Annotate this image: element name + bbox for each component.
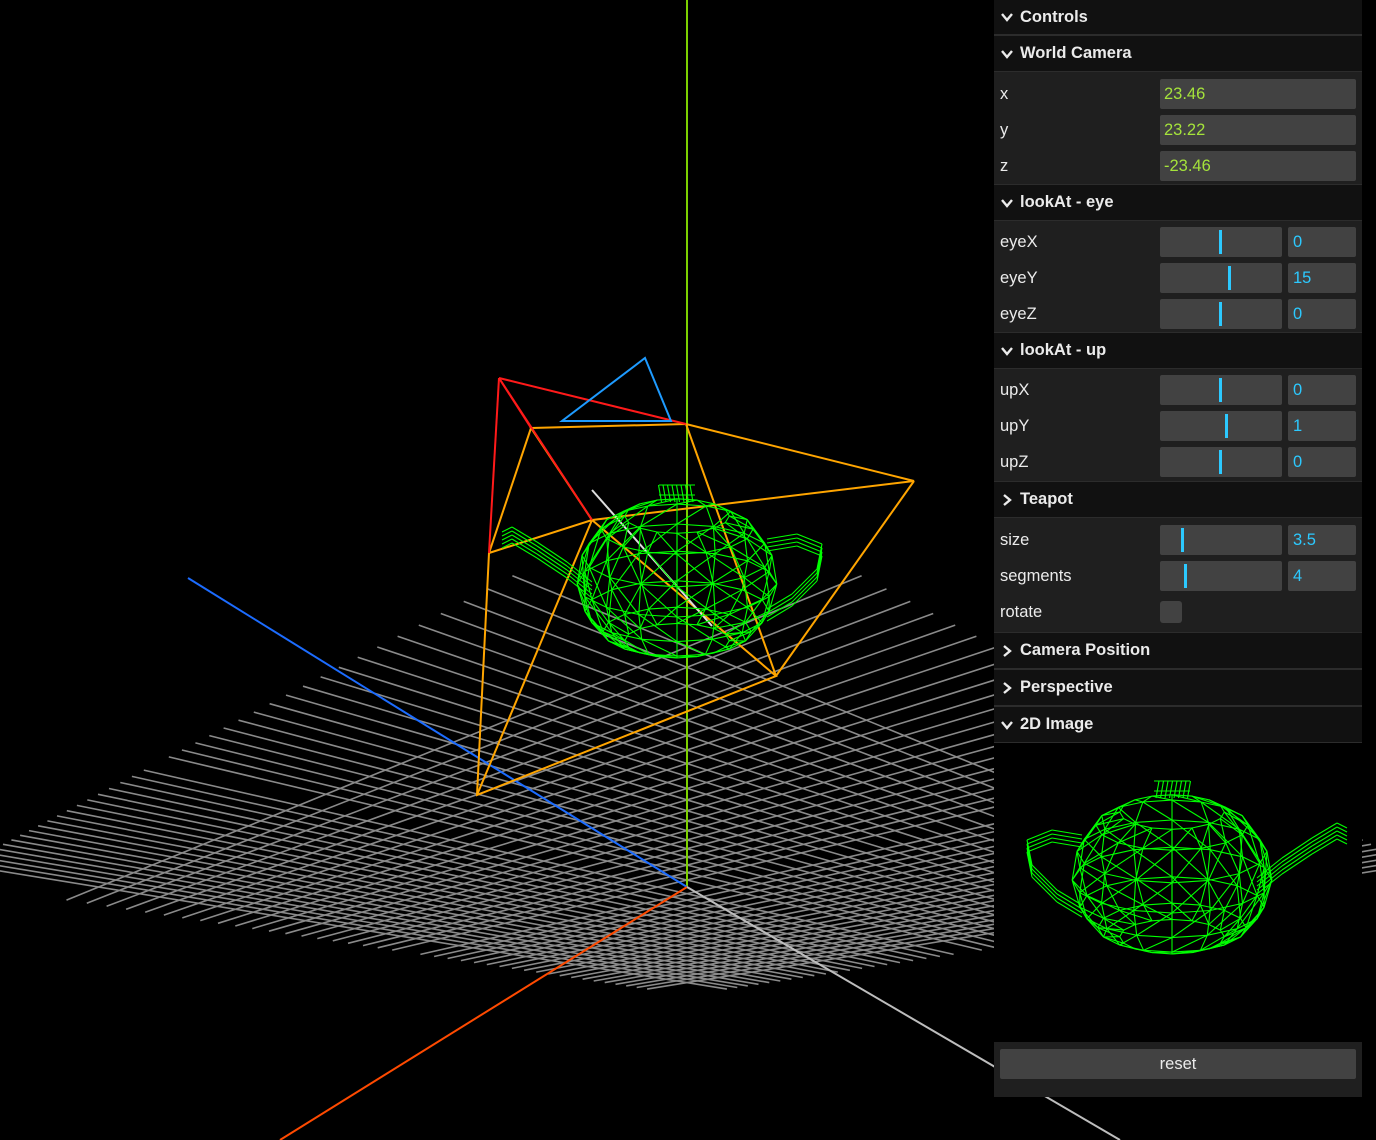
up-x-slider[interactable] bbox=[1160, 375, 1282, 405]
chevron-down-icon bbox=[1000, 8, 1020, 27]
up-z-input[interactable]: 0 bbox=[1288, 447, 1356, 477]
folder-lookat-up[interactable]: lookAt - up bbox=[994, 332, 1362, 369]
eye-x-label: eyeX bbox=[1000, 232, 1038, 251]
reset-button[interactable]: reset bbox=[1000, 1049, 1356, 1079]
eye-z-label: eyeZ bbox=[1000, 304, 1037, 323]
slider-knob[interactable] bbox=[1219, 230, 1222, 254]
camera-up-marker bbox=[559, 356, 673, 422]
folder-lookat-eye[interactable]: lookAt - eye bbox=[994, 184, 1362, 221]
folder-perspective[interactable]: Perspective bbox=[994, 669, 1362, 706]
world-camera-z-row: z -23.46 bbox=[994, 148, 1362, 184]
world-camera-y-label: y bbox=[1000, 120, 1009, 139]
folder-teapot[interactable]: Teapot bbox=[994, 481, 1362, 518]
folder-camera-position-label: Camera Position bbox=[1020, 641, 1151, 659]
up-z-row: upZ 0 bbox=[994, 444, 1362, 480]
slider-knob[interactable] bbox=[1228, 266, 1231, 290]
eye-y-input[interactable]: 15 bbox=[1288, 263, 1356, 293]
controls-panel: Controls World Camera x 23.46 y 23.22 z … bbox=[994, 0, 1362, 1097]
eye-z-row: eyeZ 0 bbox=[994, 296, 1362, 332]
folder-world-camera[interactable]: World Camera bbox=[994, 35, 1362, 72]
up-y-input[interactable]: 1 bbox=[1288, 411, 1356, 441]
teapot-rotate-checkbox[interactable] bbox=[1160, 601, 1182, 623]
slider-knob[interactable] bbox=[1181, 528, 1184, 552]
eye-x-slider[interactable] bbox=[1160, 227, 1282, 257]
controls-title-label: Controls bbox=[1020, 7, 1088, 26]
chevron-down-icon bbox=[1000, 193, 1020, 212]
up-x-input[interactable]: 0 bbox=[1288, 375, 1356, 405]
eye-y-slider[interactable] bbox=[1160, 263, 1282, 293]
world-camera-y-input[interactable]: 23.22 bbox=[1160, 115, 1356, 145]
teapot-size-row: size 3.5 bbox=[994, 522, 1362, 558]
eye-y-label: eyeY bbox=[1000, 268, 1038, 287]
folder-teapot-label: Teapot bbox=[1020, 490, 1073, 508]
slider-knob[interactable] bbox=[1219, 450, 1222, 474]
teapot-segments-row: segments 4 bbox=[994, 558, 1362, 594]
chevron-right-icon bbox=[1000, 490, 1020, 509]
chevron-right-icon bbox=[1000, 641, 1020, 660]
teapot-segments-label: segments bbox=[1000, 566, 1072, 585]
teapot-wireframe-2d bbox=[1026, 780, 1348, 955]
up-y-slider[interactable] bbox=[1160, 411, 1282, 441]
teapot-segments-slider[interactable] bbox=[1160, 561, 1282, 591]
slider-knob[interactable] bbox=[1225, 414, 1228, 438]
folder-camera-position[interactable]: Camera Position bbox=[994, 632, 1362, 669]
world-camera-z-label: z bbox=[1000, 156, 1009, 175]
teapot-size-input[interactable]: 3.5 bbox=[1288, 525, 1356, 555]
folder-2d-image-label: 2D Image bbox=[1020, 715, 1094, 733]
controls-title[interactable]: Controls bbox=[994, 0, 1362, 35]
slider-knob[interactable] bbox=[1184, 564, 1187, 588]
up-y-row: upY 1 bbox=[994, 408, 1362, 444]
eye-x-input[interactable]: 0 bbox=[1288, 227, 1356, 257]
chevron-down-icon bbox=[1000, 341, 1020, 360]
teapot-rotate-row: rotate bbox=[994, 594, 1362, 630]
up-x-label: upX bbox=[1000, 380, 1030, 399]
teapot-rotate-label: rotate bbox=[1000, 602, 1043, 621]
chevron-right-icon bbox=[1000, 678, 1020, 697]
folder-2d-image[interactable]: 2D Image bbox=[994, 706, 1362, 743]
teapot-size-slider[interactable] bbox=[1160, 525, 1282, 555]
reset-row: reset bbox=[994, 1042, 1362, 1086]
teapot-size-label: size bbox=[1000, 530, 1030, 549]
chevron-down-icon bbox=[1000, 715, 1020, 734]
up-z-slider[interactable] bbox=[1160, 447, 1282, 477]
up-y-label: upY bbox=[1000, 416, 1030, 435]
world-camera-z-input[interactable]: -23.46 bbox=[1160, 151, 1356, 181]
folder-lookat-eye-label: lookAt - eye bbox=[1020, 193, 1114, 211]
up-z-label: upZ bbox=[1000, 452, 1029, 471]
camera-2d-image bbox=[994, 743, 1362, 1042]
world-camera-x-row: x 23.46 bbox=[994, 76, 1362, 112]
world-camera-x-input[interactable]: 23.46 bbox=[1160, 79, 1356, 109]
eye-z-input[interactable]: 0 bbox=[1288, 299, 1356, 329]
folder-perspective-label: Perspective bbox=[1020, 678, 1113, 696]
world-camera-y-row: y 23.22 bbox=[994, 112, 1362, 148]
slider-knob[interactable] bbox=[1219, 378, 1222, 402]
up-x-row: upX 0 bbox=[994, 372, 1362, 408]
teapot-segments-input[interactable]: 4 bbox=[1288, 561, 1356, 591]
slider-knob[interactable] bbox=[1219, 302, 1222, 326]
eye-z-slider[interactable] bbox=[1160, 299, 1282, 329]
world-camera-x-label: x bbox=[1000, 84, 1009, 103]
folder-world-camera-label: World Camera bbox=[1020, 44, 1132, 62]
eye-y-row: eyeY 15 bbox=[994, 260, 1362, 296]
chevron-down-icon bbox=[1000, 44, 1020, 63]
eye-x-row: eyeX 0 bbox=[994, 224, 1362, 260]
folder-lookat-up-label: lookAt - up bbox=[1020, 341, 1107, 359]
